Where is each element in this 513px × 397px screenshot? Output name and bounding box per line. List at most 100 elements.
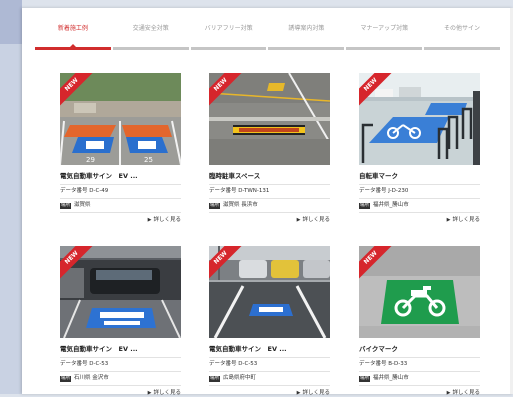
tab-underline (346, 47, 423, 50)
play-arrow-icon: ▶ (446, 217, 451, 223)
tab-label: 新着施工例 (57, 25, 88, 32)
tab-barrier-free[interactable]: バリアフリー対策 (190, 22, 268, 52)
example-title[interactable]: バイクマーク (359, 345, 480, 354)
location: 場所 福井県_勝山市 (359, 201, 480, 209)
background-left-band (0, 0, 22, 394)
example-photo[interactable]: NEW (359, 73, 480, 165)
play-arrow-icon: ▶ (446, 390, 451, 396)
data-number: データ番号 D-C-49 (60, 187, 181, 195)
tab-underline (112, 47, 189, 50)
example-card[interactable]: NEW 電気自動車サイン EV ... データ番号 D-C-53 場所 石川県 金… (60, 246, 181, 397)
more-link-label: 詳しく見る (452, 217, 480, 223)
location: 場所 広島県府中町 (209, 374, 330, 382)
tab-label: 誘導案内対策 (288, 25, 325, 32)
data-number: データ番号 D-C-53 (60, 360, 181, 368)
divider (359, 357, 480, 358)
example-title[interactable]: 臨時駐車スペース (209, 172, 330, 181)
data-number-value: D-C-49 (89, 188, 109, 194)
example-photo[interactable]: NEW (60, 246, 181, 338)
location: 場所 滋賀県 (60, 201, 181, 209)
tab-guidance[interactable]: 誘導案内対策 (267, 22, 345, 52)
location-tag: 場所 (209, 376, 220, 382)
location-value: 滋賀県 (74, 202, 91, 208)
data-number-label: データ番号 (209, 361, 237, 367)
tab-new-examples[interactable]: 新着施工例 (34, 22, 112, 52)
data-number-value: D-C-53 (238, 361, 258, 367)
more-link[interactable]: ▶ 詳しく見る (359, 216, 480, 224)
tab-label: バリアフリー対策 (204, 25, 253, 32)
data-number: データ番号 D-TWN-131 (209, 187, 330, 195)
data-number-value: D-TWN-131 (238, 188, 270, 194)
tab-manners[interactable]: マナーアップ対策 (345, 22, 423, 52)
play-arrow-icon: ▶ (147, 390, 152, 396)
divider (359, 385, 480, 386)
svg-text:25: 25 (144, 156, 153, 164)
category-tabs: 新着施工例 交通安全対策 バリアフリー対策 誘導案内対策 マナーアップ対策 その… (34, 22, 501, 52)
tab-underline (190, 47, 267, 50)
more-link[interactable]: ▶ 詳しく見る (209, 389, 330, 397)
more-link-label: 詳しく見る (302, 217, 330, 223)
example-card[interactable]: NEW 自転車マーク データ番号 J-D-230 場所 福井県_勝山市 ▶ 詳しく見… (359, 73, 480, 224)
example-card[interactable]: NEW 電気自動車サイン EV ... データ番号 D-C-53 場所 広島県府中… (209, 246, 330, 397)
tab-label: 交通安全対策 (132, 25, 169, 32)
data-number-label: データ番号 (359, 188, 387, 194)
tab-underline (424, 47, 500, 50)
more-link-label: 詳しく見る (302, 390, 330, 396)
example-photo[interactable]: NEW (359, 246, 480, 338)
location-value: 石川県 金沢市 (74, 375, 109, 381)
divider (60, 212, 181, 213)
location: 場所 滋賀県 長浜市 (209, 201, 330, 209)
divider (359, 371, 480, 372)
data-number-label: データ番号 (60, 361, 88, 367)
example-photo[interactable]: 29 25 NEW (60, 73, 181, 165)
play-arrow-icon: ▶ (296, 390, 301, 396)
more-link[interactable]: ▶ 詳しく見る (60, 389, 181, 397)
divider (60, 357, 181, 358)
location-value: 福井県_勝山市 (373, 202, 409, 208)
play-arrow-icon: ▶ (296, 217, 301, 223)
content-panel: 新着施工例 交通安全対策 バリアフリー対策 誘導案内対策 マナーアップ対策 その… (22, 8, 513, 397)
more-link[interactable]: ▶ 詳しく見る (209, 216, 330, 224)
location-tag: 場所 (359, 376, 370, 382)
example-card[interactable]: 29 25 NEW 電気自動車サイン EV ... データ番号 D-C-49 場… (60, 73, 181, 224)
data-number: データ番号 J-D-230 (359, 187, 480, 195)
svg-text:29: 29 (86, 156, 95, 164)
divider (209, 357, 330, 358)
location-value: 広島県府中町 (223, 375, 257, 381)
more-link-label: 詳しく見る (153, 217, 181, 223)
location-tag: 場所 (359, 203, 370, 209)
tab-label: マナーアップ対策 (360, 25, 409, 32)
example-title[interactable]: 自転車マーク (359, 172, 480, 181)
location-tag: 場所 (209, 203, 220, 209)
divider (209, 184, 330, 185)
example-photo[interactable]: NEW (209, 246, 330, 338)
example-title[interactable]: 電気自動車サイン EV ... (209, 345, 330, 354)
data-number: データ番号 B-D-33 (359, 360, 480, 368)
example-card[interactable]: NEW バイクマーク データ番号 B-D-33 場所 福井県_勝山市 ▶ 詳しく見る (359, 246, 480, 397)
example-photo[interactable]: NEW (209, 73, 330, 165)
example-title[interactable]: 電気自動車サイン EV ... (60, 172, 181, 181)
example-card[interactable]: NEW 臨時駐車スペース データ番号 D-TWN-131 場所 滋賀県 長浜市 ▶… (209, 73, 330, 224)
divider (359, 198, 480, 199)
location-tag: 場所 (60, 376, 71, 382)
example-title[interactable]: 電気自動車サイン EV ... (60, 345, 181, 354)
tab-label: その他サイン (444, 25, 481, 32)
location-tag: 場所 (60, 203, 71, 209)
tab-traffic-safety[interactable]: 交通安全対策 (112, 22, 190, 52)
divider (209, 371, 330, 372)
data-number-value: D-C-53 (89, 361, 109, 367)
tab-underline (268, 47, 345, 50)
data-number-value: J-D-230 (388, 188, 409, 194)
data-number-label: データ番号 (209, 188, 237, 194)
data-number-label: データ番号 (60, 188, 88, 194)
tab-underline (35, 47, 111, 50)
more-link-label: 詳しく見る (452, 390, 480, 396)
divider (60, 385, 181, 386)
data-number-value: B-D-33 (388, 361, 408, 367)
more-link[interactable]: ▶ 詳しく見る (60, 216, 181, 224)
more-link-label: 詳しく見る (153, 390, 181, 396)
more-link[interactable]: ▶ 詳しく見る (359, 389, 480, 397)
divider (209, 385, 330, 386)
divider (359, 184, 480, 185)
tab-other-signs[interactable]: その他サイン (423, 22, 501, 52)
